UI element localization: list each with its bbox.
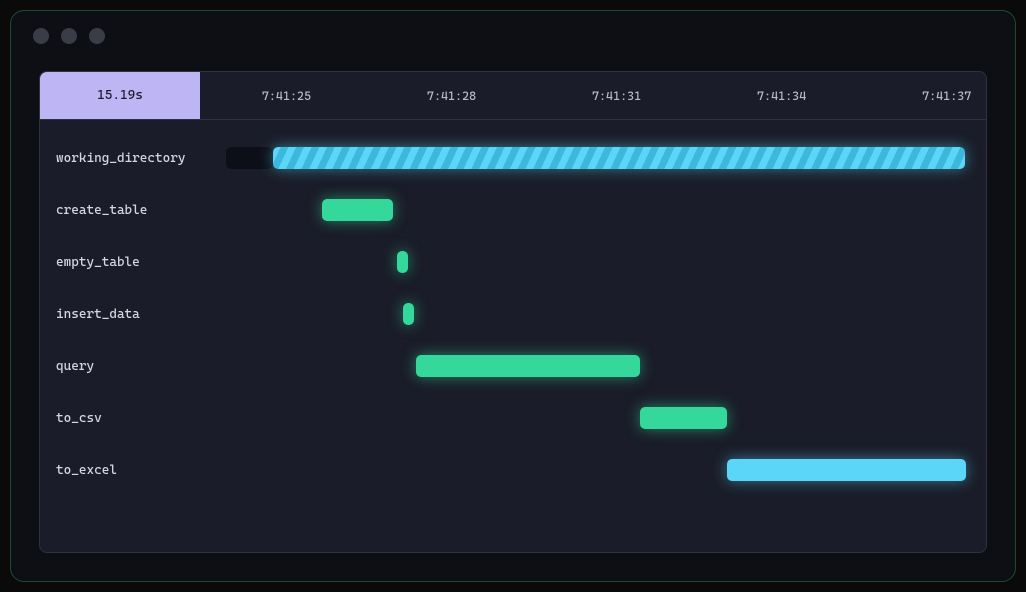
span-bar[interactable]	[403, 303, 414, 325]
row-track	[200, 288, 986, 340]
gantt-rows: working_directory create_table empty_table…	[40, 120, 986, 552]
row-label: insert_data	[40, 307, 200, 322]
gantt-panel: 15.19s 7:41:257:41:287:41:317:41:347:41:…	[39, 71, 987, 553]
minimize-icon[interactable]	[61, 28, 77, 44]
row-track	[200, 236, 986, 288]
row-label: to_csv	[40, 411, 200, 426]
time-tick: 7:41:34	[757, 89, 806, 103]
time-tick: 7:41:31	[592, 89, 641, 103]
time-tick: 7:41:25	[262, 89, 311, 103]
row-track	[200, 340, 986, 392]
span-bar[interactable]	[322, 199, 393, 221]
span-bar[interactable]	[226, 147, 273, 169]
span-bar[interactable]	[397, 251, 408, 273]
span-bar[interactable]	[727, 459, 967, 481]
gantt-row[interactable]: working_directory	[40, 132, 986, 184]
row-track	[200, 184, 986, 236]
gantt-row[interactable]: empty_table	[40, 236, 986, 288]
close-icon[interactable]	[33, 28, 49, 44]
span-bar[interactable]	[273, 147, 965, 169]
span-bar[interactable]	[416, 355, 640, 377]
gantt-row[interactable]: to_csv	[40, 392, 986, 444]
row-label: empty_table	[40, 255, 200, 270]
row-label: working_directory	[40, 151, 200, 166]
duration-badge: 15.19s	[40, 72, 200, 119]
row-track	[200, 444, 986, 496]
maximize-icon[interactable]	[89, 28, 105, 44]
trace-window: 15.19s 7:41:257:41:287:41:317:41:347:41:…	[10, 10, 1016, 582]
row-label: query	[40, 359, 200, 374]
titlebar	[11, 11, 1015, 61]
gantt-row[interactable]: query	[40, 340, 986, 392]
time-axis: 7:41:25 7:41:28 7:41:31 7:41:34 7:41:37	[200, 72, 986, 119]
time-tick: 7:41:37	[922, 89, 971, 103]
row-track	[200, 392, 986, 444]
row-label: create_table	[40, 203, 200, 218]
row-label: to_excel	[40, 463, 200, 478]
gantt-row[interactable]: insert_data	[40, 288, 986, 340]
row-track	[200, 132, 986, 184]
gantt-row[interactable]: create_table	[40, 184, 986, 236]
gantt-row[interactable]: to_excel	[40, 444, 986, 496]
gantt-header: 15.19s 7:41:257:41:287:41:317:41:347:41:…	[40, 72, 986, 120]
span-bar[interactable]	[640, 407, 726, 429]
time-tick: 7:41:28	[427, 89, 476, 103]
